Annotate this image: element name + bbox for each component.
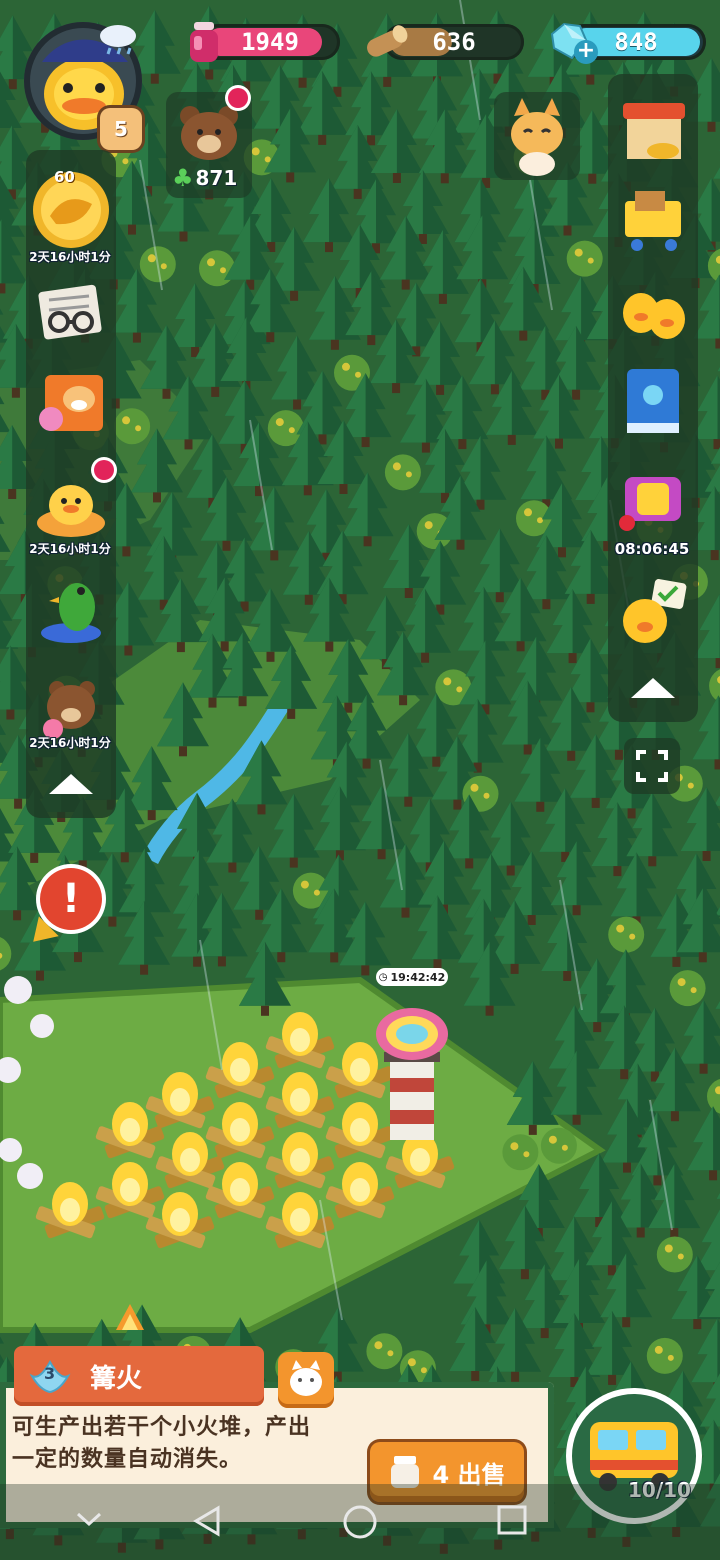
right-panel-collapse-arrow-icon[interactable]: [631, 678, 675, 698]
tree: [540, 1127, 577, 1164]
clover-icon: ♣: [172, 164, 194, 192]
exclamation-icon: !: [61, 876, 81, 922]
lighthouse-timer: 19:42:42: [390, 970, 446, 984]
cat-face-icon: [290, 1360, 322, 1396]
building-level: 3: [44, 1364, 56, 1383]
shop-stall-icon: [623, 103, 685, 159]
duck-checklist-button[interactable]: [608, 568, 698, 658]
newspaper-icon: [38, 284, 102, 340]
nav-back-icon[interactable]: [190, 1504, 224, 1538]
fullscreen-button[interactable]: [624, 738, 680, 794]
tree: [646, 1337, 683, 1374]
tree: [656, 1236, 693, 1273]
clover-count: 871: [195, 166, 238, 190]
player-level: 5: [114, 117, 128, 141]
duck-cake-timer: 2天16小时1分: [29, 542, 111, 556]
building-name-tag: 3 篝火: [14, 1346, 264, 1406]
building-name: 篝火: [90, 1364, 143, 1394]
duck-checklist-icon: [623, 579, 687, 643]
cart-button[interactable]: [608, 176, 698, 266]
nav-collapse-icon[interactable]: [74, 1504, 104, 1534]
friend-notification-dot: [228, 88, 248, 108]
tree: [114, 408, 151, 445]
potion-icon: [186, 20, 222, 64]
twin-ducks-icon: [623, 293, 685, 339]
tree: [199, 250, 235, 287]
lighthouse-timer-bubble: ◷ 19:42:42: [376, 968, 448, 986]
shiba-box-button[interactable]: [26, 356, 116, 446]
gift-chest-icon: [619, 477, 681, 531]
alert-button[interactable]: !: [40, 868, 102, 930]
cat-info-button[interactable]: [278, 1352, 334, 1408]
friend-widget[interactable]: ♣ 871: [166, 88, 252, 198]
cat-icon: [511, 98, 563, 176]
wood-amount: 636: [432, 28, 476, 56]
duck-cake-notification-dot: [94, 460, 114, 480]
nav-recents-icon[interactable]: [496, 1504, 528, 1536]
cart-icon: [625, 191, 681, 251]
system-nav-bar: [0, 1484, 720, 1560]
tree: [502, 1134, 539, 1171]
gem-amount: 848: [614, 28, 658, 56]
tree: [608, 916, 645, 953]
golden-bird-badge: 60: [54, 168, 75, 186]
tree: [384, 454, 421, 491]
blue-book-button[interactable]: [608, 356, 698, 446]
newspaper-button[interactable]: [26, 268, 116, 358]
clock-icon: ◷: [378, 971, 388, 983]
tree: [566, 240, 603, 277]
blue-book-icon: [627, 369, 679, 433]
gift-chest-button[interactable]: [608, 452, 698, 542]
tree: [366, 1333, 403, 1370]
peacock-icon: [41, 583, 101, 643]
fullscreen-icon: [636, 750, 668, 782]
player-level-badge: 5: [100, 108, 142, 150]
bear-lollipop-timer: 2天16小时1分: [29, 736, 111, 750]
nav-home-icon[interactable]: [342, 1504, 378, 1540]
potion-amount: 1949: [241, 28, 299, 56]
shop-stall-button[interactable]: [608, 88, 698, 178]
golden-bird-timer: 2天16小时1分: [29, 250, 111, 264]
twin-ducks-button[interactable]: [608, 268, 698, 358]
shiba-box-icon: [39, 375, 103, 431]
building-description: 可生产出若干个小火堆，产出一定的数量自动消失。: [12, 1415, 312, 1472]
weather-cloud-icon: [96, 22, 140, 56]
wood-icon: [362, 20, 410, 64]
peacock-event-button[interactable]: [26, 564, 116, 654]
cat-helper-button[interactable]: [494, 92, 580, 180]
left-panel-collapse-arrow-icon[interactable]: [49, 774, 93, 794]
tree: [669, 970, 706, 1007]
gift-chest-timer: 08:06:45: [614, 540, 690, 558]
add-gem-button[interactable]: +: [574, 40, 598, 64]
